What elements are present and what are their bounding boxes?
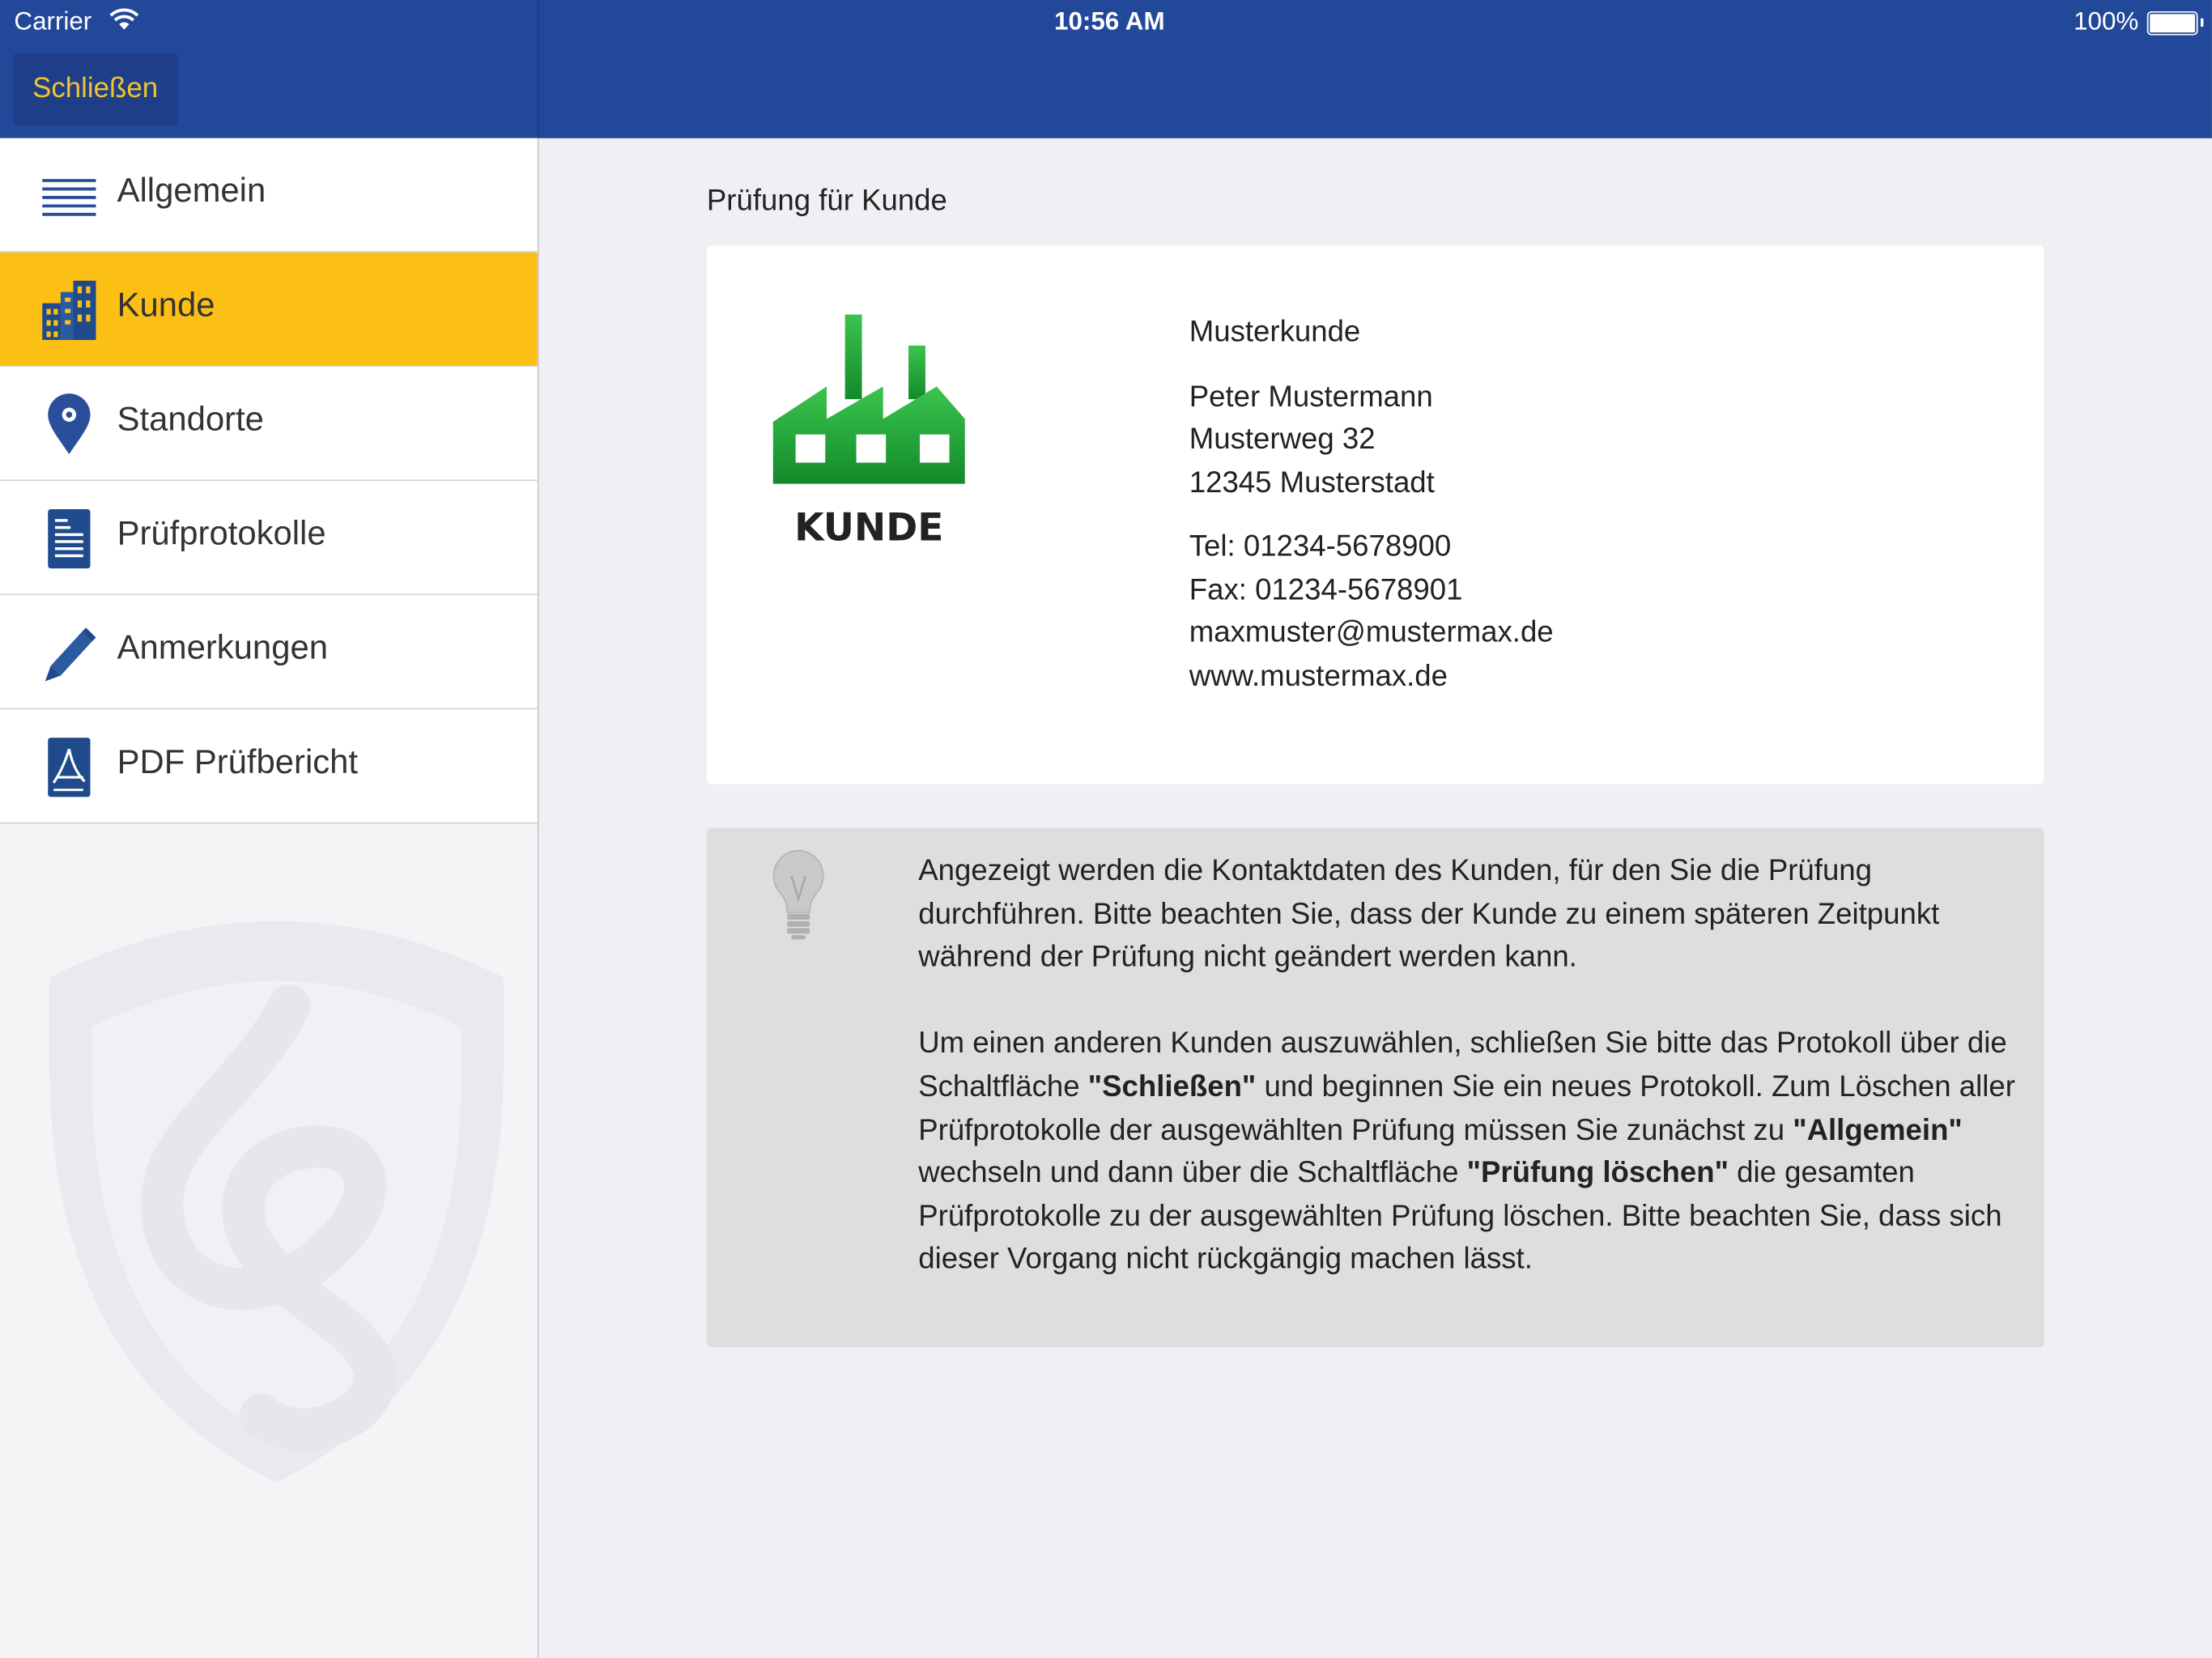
customer-street: Musterweg 32 (1189, 423, 1376, 456)
info-paragraph-2: Um einen anderen Kunden auszuwählen, sch… (918, 1027, 2015, 1276)
sidebar-item-anmerkungen[interactable]: Anmerkungen (0, 595, 538, 710)
pdf-icon (48, 738, 91, 797)
factory-logo: KUNDE (772, 314, 965, 549)
sidebar: Allgemein Kunde Standorte Prüfprotokolle… (0, 138, 539, 1658)
app-root: Carrier 10:56 AM 100% Schließen Allgemei… (0, 0, 2212, 1658)
section-title: Prüfung für Kunde (706, 185, 947, 218)
navbar-divider (537, 0, 539, 138)
main-content: Prüfung für Kunde KUNDE Musterkunde Pete… (539, 138, 2212, 1657)
sidebar-item-allgemein[interactable]: Allgemein (0, 138, 538, 253)
battery-percent: 100% (2074, 6, 2139, 36)
info-text: Angezeigt werden die Kontaktdaten des Ku… (918, 851, 2026, 1282)
sidebar-item-pruefprotokolle[interactable]: Prüfprotokolle (0, 481, 538, 596)
sidebar-item-label: Kunde (117, 286, 215, 325)
customer-name: Peter Mustermann (1189, 380, 1433, 413)
customer-company: Musterkunde (1189, 316, 1361, 349)
customer-city: 12345 Musterstadt (1189, 466, 1435, 499)
customer-website: www.mustermax.de (1189, 659, 1448, 692)
customer-phone: Tel: 01234-5678900 (1189, 530, 1452, 563)
status-bar: Carrier 10:56 AM 100% (0, 0, 2212, 45)
pencil-icon (45, 627, 96, 682)
document-icon (48, 508, 91, 569)
sidebar-item-label: Standorte (117, 400, 264, 439)
lightbulb-icon (772, 849, 824, 940)
sidebar-item-kunde[interactable]: Kunde (0, 252, 538, 367)
sidebar-item-pdf-pruefbericht[interactable]: PDF Prüfbericht (0, 709, 538, 824)
customer-email: maxmuster@mustermax.de (1189, 616, 1554, 649)
sidebar-item-label: PDF Prüfbericht (117, 743, 359, 782)
customer-card: KUNDE Musterkunde Peter Mustermann Muste… (706, 245, 2044, 784)
sidebar-item-label: Allgemein (117, 172, 266, 210)
sidebar-item-standorte[interactable]: Standorte (0, 366, 538, 482)
shield-watermark-icon (49, 920, 504, 1483)
logo-text: KUNDE (794, 505, 943, 548)
customer-contact: Musterkunde Peter Mustermann Musterweg 3… (1189, 312, 1554, 698)
top-bar: Carrier 10:56 AM 100% Schließen (0, 0, 2212, 138)
customer-fax: Fax: 01234-5678901 (1189, 573, 1463, 606)
schliessen-reference: "Schließen" (1087, 1070, 1257, 1103)
pruefung-loeschen-reference: "Prüfung löschen" (1466, 1156, 1729, 1190)
list-icon (42, 179, 96, 216)
buildings-icon (42, 280, 96, 340)
close-button[interactable]: Schließen (12, 53, 178, 126)
clock: 10:56 AM (1054, 6, 1165, 36)
sidebar-item-label: Prüfprotokolle (117, 514, 326, 553)
info-paragraph-1: Angezeigt werden die Kontaktdaten des Ku… (918, 854, 1940, 974)
sidebar-item-label: Anmerkungen (117, 629, 328, 668)
allgemein-reference: "Allgemein" (1793, 1113, 1963, 1146)
info-box: Angezeigt werden die Kontaktdaten des Ku… (706, 827, 2044, 1347)
map-pin-icon (48, 393, 91, 455)
battery-icon (2146, 11, 2204, 36)
